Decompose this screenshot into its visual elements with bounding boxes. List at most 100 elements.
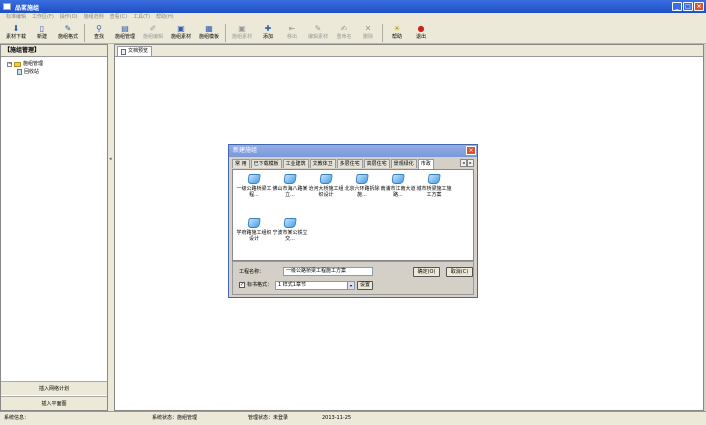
- dialog-close-button[interactable]: ×: [466, 146, 476, 155]
- add-icon: ✚: [264, 24, 272, 33]
- edit-material-button[interactable]: ✎ 编辑素材: [304, 22, 332, 44]
- rename-button[interactable]: ✍ 重命名: [332, 22, 356, 44]
- tab-doc-preview[interactable]: 文档预览: [117, 46, 153, 56]
- tab-municipal[interactable]: 市政: [417, 159, 434, 169]
- template-icon: ▦: [205, 24, 213, 33]
- format-checkbox[interactable]: ✓: [239, 282, 245, 288]
- help-button[interactable]: ☀ 帮助: [385, 22, 409, 44]
- format-icon: ✎: [64, 24, 72, 33]
- format-button[interactable]: ✎ 施组格式: [54, 22, 82, 44]
- dialog-tabs: 常 用 已下载模板 工业建筑 文教体卫 多层住宅 高层住宅 景观绿化 市政 ◂ …: [232, 159, 474, 169]
- folder-icon: [14, 61, 21, 67]
- material-icon: ▣: [238, 24, 246, 33]
- template-item[interactable]: 北京六环路拆除施...: [344, 174, 380, 198]
- manage-icon: ▤: [121, 24, 129, 33]
- material-button-2[interactable]: ▣ 施组素材: [228, 22, 256, 44]
- tree-view: − 施组管理 回收站: [1, 57, 107, 76]
- template-doc-icon: [247, 174, 261, 184]
- exit-button[interactable]: ● 退出: [409, 22, 433, 44]
- toolbar-separator: [84, 24, 85, 42]
- cancel-button[interactable]: 取消(C): [446, 267, 473, 277]
- new-doc-icon: ▯: [39, 24, 45, 33]
- tab-scroll-left-icon[interactable]: ◂: [460, 159, 467, 167]
- find-button[interactable]: ⚲ 查找: [87, 22, 111, 44]
- close-button[interactable]: ×: [694, 2, 704, 11]
- status-bar: 系统信息： 系统状态：施组管理 管理状态：未登录 2013-11-25: [0, 411, 706, 425]
- template-item[interactable]: 沧河大桥施工组织设计: [308, 174, 344, 198]
- remove-icon: ⇤: [288, 24, 296, 33]
- menu-item[interactable]: 施组范例: [84, 13, 104, 22]
- tab-highrise[interactable]: 高层住宅: [363, 159, 390, 168]
- tab-landscape[interactable]: 景观绿化: [390, 159, 417, 168]
- title-bar: 品茗施组 _ □ ×: [0, 0, 706, 13]
- menu-item[interactable]: 标准编辑: [6, 13, 26, 22]
- toolbar-separator: [225, 24, 226, 42]
- tab-downloaded[interactable]: 已下载模板: [250, 159, 282, 168]
- binoculars-icon: ⚲: [96, 24, 102, 33]
- template-item[interactable]: 宁波市某公铁立交...: [272, 218, 308, 242]
- maximize-button[interactable]: □: [683, 2, 693, 11]
- template-doc-icon: [319, 174, 333, 184]
- menu-item[interactable]: 工作区(F): [32, 13, 54, 22]
- template-doc-icon: [247, 218, 261, 228]
- settings-button[interactable]: 设置: [357, 281, 373, 290]
- project-name-label: 工程名称：: [239, 269, 265, 275]
- document-icon: [121, 48, 126, 55]
- new-button[interactable]: ▯ 新建: [30, 22, 54, 44]
- tree-node-recycle[interactable]: 回收站: [7, 68, 107, 76]
- project-name-input[interactable]: 一级公路桥梁工程施工方案: [283, 267, 373, 276]
- help-icon: ☀: [393, 24, 401, 33]
- add-button[interactable]: ✚ 添加: [256, 22, 280, 44]
- collapse-icon[interactable]: −: [7, 61, 12, 67]
- template-doc-icon: [283, 218, 297, 228]
- collapse-arrow-icon[interactable]: ◂: [109, 156, 112, 162]
- menu-item[interactable]: 操作(O): [60, 13, 78, 22]
- material-button[interactable]: ▣ 施组素材: [167, 22, 195, 44]
- manage-button[interactable]: ▤ 施组管理: [111, 22, 139, 44]
- edit-button[interactable]: ✐ 施组编辑: [139, 22, 167, 44]
- material-icon: ▣: [177, 24, 185, 33]
- tab-scroll-right-icon[interactable]: ▸: [467, 159, 474, 167]
- tab-label: 文档预览: [128, 48, 149, 54]
- exit-icon: ●: [417, 24, 425, 33]
- template-doc-icon: [427, 174, 441, 184]
- edit-icon: ✐: [149, 24, 157, 33]
- doc-tab-strip: 文档预览: [115, 45, 703, 57]
- tab-industrial[interactable]: 工业建筑: [282, 159, 309, 168]
- tab-common[interactable]: 常 用: [232, 159, 250, 168]
- format-select[interactable]: 1 样式1章节 ▾: [275, 281, 355, 290]
- ok-button[interactable]: 确定(O): [413, 267, 440, 277]
- template-item[interactable]: 学府路施工组织设计: [236, 218, 272, 242]
- new-project-dialog: 新建施组 × 常 用 已下载模板 工业建筑 文教体卫 多层住宅 高层住宅 景观绿…: [228, 144, 478, 298]
- format-select-value: 1 样式1章节: [278, 282, 306, 288]
- dialog-title-bar: 新建施组 ×: [229, 145, 477, 157]
- menu-item[interactable]: 工具(T): [133, 13, 150, 22]
- status-info: 系统信息：: [4, 415, 30, 421]
- menu-bar: 标准编辑 工作区(F) 操作(O) 施组范例 查看(C) 工具(T) 帮助(H): [0, 13, 706, 22]
- status-date: 2013-11-25: [322, 415, 352, 421]
- dialog-form: 工程名称： 一级公路桥梁工程施工方案 确定(O) 取消(C) ✓ 标书格式： 1…: [232, 261, 474, 295]
- template-item[interactable]: 一级公路桥梁工程...: [236, 174, 272, 198]
- tab-multistory[interactable]: 多层住宅: [336, 159, 363, 168]
- tree-node-label: 回收站: [24, 69, 40, 75]
- chevron-down-icon[interactable]: ▾: [347, 282, 354, 289]
- template-button[interactable]: ▦ 施组模板: [195, 22, 223, 44]
- template-item[interactable]: 南浦市江南大道路...: [380, 174, 416, 198]
- recycle-bin-icon: [17, 69, 22, 75]
- window-title: 品茗施组: [15, 5, 40, 12]
- tab-culture[interactable]: 文教体卫: [309, 159, 336, 168]
- menu-item[interactable]: 查看(C): [110, 13, 127, 22]
- remove-button[interactable]: ⇤ 移出: [280, 22, 304, 44]
- window-controls: _ □ ×: [672, 2, 704, 11]
- delete-button[interactable]: ✕ 删除: [356, 22, 380, 44]
- minimize-button[interactable]: _: [672, 2, 682, 11]
- menu-item[interactable]: 帮助(H): [156, 13, 174, 22]
- template-item[interactable]: 城市桥梁施工施工方案: [416, 174, 452, 198]
- template-doc-icon: [283, 174, 297, 184]
- download-button[interactable]: ⬇ 素材下载: [2, 22, 30, 44]
- download-icon: ⬇: [12, 24, 20, 33]
- insert-plan-view-button[interactable]: 插入平面图: [1, 396, 107, 410]
- template-item[interactable]: 佛山市海八路某立...: [272, 174, 308, 198]
- tree-node-root[interactable]: − 施组管理: [7, 60, 107, 68]
- insert-network-plan-button[interactable]: 插入网络计划: [1, 381, 107, 395]
